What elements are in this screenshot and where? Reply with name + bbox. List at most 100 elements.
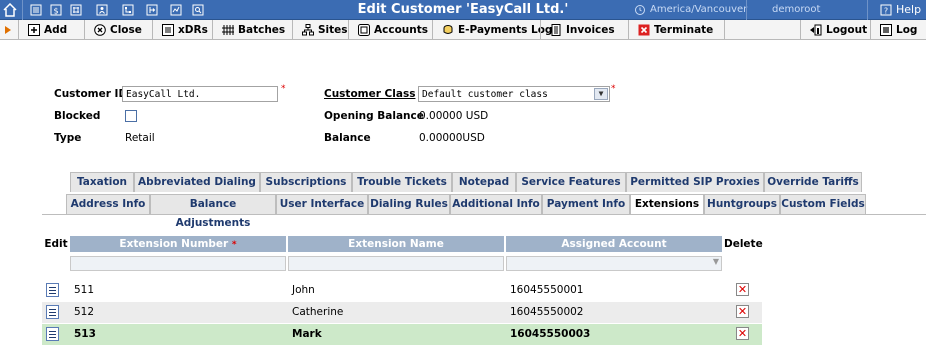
network-icon[interactable] [120, 2, 136, 18]
home-icon[interactable] [2, 2, 18, 18]
type-label: Type [54, 132, 82, 144]
batches-icon [222, 25, 234, 35]
extension-number-cell: 513 [74, 328, 96, 340]
terminate-label: Terminate [654, 24, 714, 36]
svg-text:?: ? [884, 7, 888, 16]
tab-extensions[interactable]: Extensions [630, 194, 704, 215]
help-link[interactable]: Help [896, 0, 921, 20]
logout-label: Logout [826, 24, 868, 36]
list-icon [162, 24, 174, 36]
terminate-button[interactable]: Terminate [632, 20, 713, 40]
edit-icon[interactable] [46, 327, 59, 341]
svg-text:$: $ [53, 7, 58, 16]
required-mark: * [611, 84, 616, 94]
separator [867, 0, 868, 20]
help-icon[interactable]: ? [878, 2, 894, 18]
close-button[interactable]: Close [88, 20, 142, 40]
separator [800, 20, 801, 40]
epayments-log-button[interactable]: E-Payments Log [436, 20, 552, 40]
tab-notepad[interactable]: Notepad [452, 172, 516, 192]
required-mark: * [231, 240, 237, 250]
search-icon[interactable] [190, 2, 206, 18]
invoices-button[interactable]: Invoices [544, 20, 615, 40]
epayments-log-label: E-Payments Log [458, 24, 553, 36]
col-header-assigned-account[interactable]: Assigned Account [506, 236, 722, 252]
separator [348, 20, 349, 40]
tab-dialing-rules[interactable]: Dialing Rules [368, 194, 450, 214]
batches-button[interactable]: Batches [216, 20, 285, 40]
xdrs-button[interactable]: xDRs [156, 20, 208, 40]
chart-icon[interactable] [168, 2, 184, 18]
log-button[interactable]: Log [874, 20, 917, 40]
customer-class-link[interactable]: Customer Class [324, 88, 415, 100]
balance-label: Balance [324, 132, 371, 144]
close-label: Close [110, 24, 142, 36]
filter-extension-number-input[interactable] [70, 256, 286, 271]
sites-label: Sites [318, 24, 348, 36]
col-header-edit: Edit [44, 238, 68, 250]
batches-label: Batches [238, 24, 286, 36]
balance-value: 0.00000USD [419, 132, 485, 144]
add-button[interactable]: Add [22, 20, 67, 40]
accounts-button[interactable]: Accounts [352, 20, 428, 40]
blocked-label: Blocked [54, 110, 101, 122]
tab-permitted-sip-proxies[interactable]: Permitted SIP Proxies [626, 172, 764, 192]
customer-id-input[interactable]: EasyCall Ltd. [122, 86, 278, 102]
accounts-icon [358, 24, 370, 36]
edit-icon[interactable] [46, 283, 59, 297]
tab-payment-info[interactable]: Payment Info [542, 194, 630, 214]
dollar-icon[interactable]: $ [48, 2, 64, 18]
tab-custom-fields[interactable]: Custom Fields [780, 194, 866, 214]
opening-balance-label: Opening Balance [324, 110, 424, 122]
blocked-checkbox[interactable] [125, 110, 137, 122]
separator [432, 20, 433, 40]
table-row: 513 Mark 16045550003 ✕ [42, 324, 762, 345]
extension-name-cell: Catherine [292, 306, 344, 318]
customer-class-value: Default customer class [422, 89, 548, 100]
tab-taxation[interactable]: Taxation [70, 172, 134, 192]
edit-icon[interactable] [46, 305, 59, 319]
tab-balance-adjustments[interactable]: Balance Adjustments [150, 194, 276, 229]
logout-button[interactable]: Logout [804, 20, 867, 40]
log-icon [880, 24, 892, 36]
clock-icon [632, 2, 648, 18]
timezone-link[interactable]: America/Vancouver [650, 0, 747, 20]
expand-arrow-icon[interactable] [0, 20, 12, 40]
required-mark: * [281, 84, 286, 94]
customer-class-select[interactable]: Default customer class ▼ [418, 86, 610, 102]
tab-address-info[interactable]: Address Info [66, 194, 150, 214]
col-header-delete: Delete [724, 238, 763, 250]
route-icon[interactable] [144, 2, 160, 18]
tab-override-tariffs[interactable]: Override Tariffs [764, 172, 862, 192]
col-header-extension-name[interactable]: Extension Name [288, 236, 504, 252]
separator [540, 20, 541, 40]
filter-extension-name-input[interactable] [288, 256, 504, 271]
filter-assigned-account-select[interactable]: ▼ [506, 256, 722, 271]
person-icon[interactable] [94, 2, 110, 18]
tab-service-features[interactable]: Service Features [516, 172, 626, 192]
tab-trouble-tickets[interactable]: Trouble Tickets [352, 172, 452, 192]
add-icon [28, 24, 40, 36]
delete-icon[interactable]: ✕ [736, 283, 749, 296]
user-link[interactable]: demoroot [772, 0, 820, 20]
separator [84, 20, 85, 40]
log-label: Log [896, 24, 918, 36]
window-icon[interactable] [28, 2, 44, 18]
tab-abbreviated-dialing[interactable]: Abbreviated Dialing [134, 172, 260, 192]
customer-id-label: Customer ID [54, 88, 128, 100]
separator [292, 20, 293, 40]
separator [22, 0, 23, 20]
separator [870, 20, 871, 40]
col-header-extension-number[interactable]: Extension Number * [70, 236, 286, 252]
tab-additional-info[interactable]: Additional Info [450, 194, 542, 214]
tab-subscriptions[interactable]: Subscriptions [260, 172, 352, 192]
extension-number-cell: 512 [74, 306, 95, 318]
delete-icon[interactable]: ✕ [736, 305, 749, 318]
tab-huntgroups[interactable]: Huntgroups [704, 194, 780, 214]
table-row: 512 Catherine 16045550002 ✕ [42, 302, 762, 323]
add-label: Add [44, 24, 68, 36]
grid-icon[interactable] [68, 2, 84, 18]
tab-user-interface[interactable]: User Interface [276, 194, 368, 214]
delete-icon[interactable]: ✕ [736, 327, 749, 340]
sites-button[interactable]: Sites [296, 20, 348, 40]
